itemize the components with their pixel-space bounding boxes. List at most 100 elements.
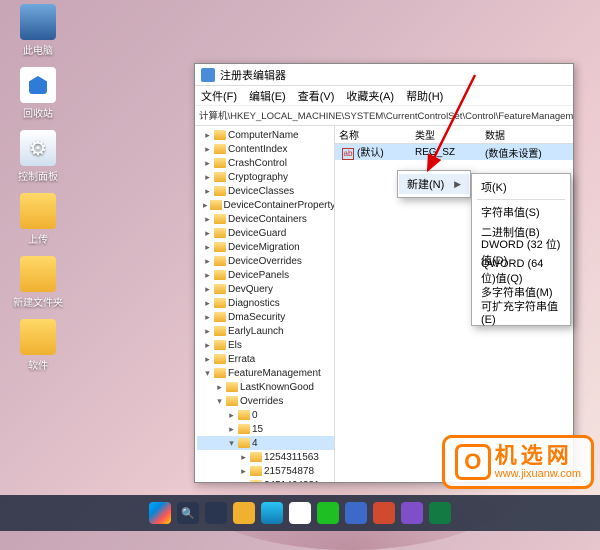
tree-node[interactable]: ▸1254311563 — [197, 450, 334, 464]
tree-node[interactable]: ▸DmaSecurity — [197, 310, 334, 324]
tree-node[interactable]: ▸ContentIndex — [197, 142, 334, 156]
tree-node[interactable]: ▸ 15 — [197, 422, 334, 436]
tree-node[interactable]: ▸Diagnostics — [197, 296, 334, 310]
task-view-icon[interactable] — [205, 502, 227, 524]
desktop-icon-this-pc[interactable]: 此电脑 — [8, 4, 68, 57]
tree-node[interactable]: ▸Cryptography — [197, 170, 334, 184]
tree-twisty-icon[interactable]: ▸ — [203, 158, 212, 169]
desktop-icon-control-panel[interactable]: ⚙控制面板 — [8, 130, 68, 183]
submenu-expandstring[interactable]: 可扩充字符串值(E) — [473, 302, 569, 322]
desktop-icons: 此电脑 回收站 ⚙控制面板 上传 新建文件夹 软件 — [8, 4, 68, 372]
tree-twisty-icon[interactable]: ▸ — [203, 298, 212, 309]
tree-node-label: DevQuery — [228, 284, 273, 295]
tree-twisty-icon[interactable]: ▸ — [227, 410, 236, 421]
folder-icon — [214, 172, 226, 182]
tree-twisty-icon[interactable]: ▸ — [203, 312, 212, 323]
tree-twisty-icon[interactable]: ▸ — [239, 452, 248, 463]
tree-twisty-icon[interactable]: ▸ — [203, 144, 212, 155]
titlebar[interactable]: 注册表编辑器 — [195, 64, 573, 86]
tree-node[interactable]: ▸Errata — [197, 352, 334, 366]
search-icon[interactable]: 🔍 — [177, 502, 199, 524]
tree-twisty-icon[interactable]: ▸ — [203, 354, 212, 365]
tree-twisty-icon[interactable]: ▸ — [203, 186, 212, 197]
app-icon[interactable] — [401, 502, 423, 524]
watermark-title: 机选网 — [495, 444, 581, 468]
tree-node[interactable]: ▸DeviceContainerPropertyUpda — [197, 198, 334, 212]
folder-icon — [214, 228, 226, 238]
chrome-icon[interactable] — [289, 502, 311, 524]
tree-twisty-icon[interactable]: ▸ — [227, 424, 236, 435]
regedit-taskbar-icon[interactable] — [345, 502, 367, 524]
desktop-icon-recycle-bin[interactable]: 回收站 — [8, 67, 68, 120]
folder-icon — [226, 382, 238, 392]
window-title: 注册表编辑器 — [220, 67, 286, 83]
tree-node-label: Els — [228, 340, 242, 351]
tree-node[interactable]: ▸215754878 — [197, 464, 334, 478]
desktop-icon-folder-upload[interactable]: 上传 — [8, 193, 68, 246]
desktop-icon-folder-new[interactable]: 新建文件夹 — [8, 256, 68, 309]
folder-icon — [210, 200, 222, 210]
menu-favorites[interactable]: 收藏夹(A) — [346, 88, 394, 103]
tree-twisty-icon[interactable]: ▸ — [203, 200, 208, 211]
tree-node[interactable]: ▸ComputerName — [197, 128, 334, 142]
tree-twisty-icon[interactable]: ▸ — [203, 270, 212, 281]
tree-node[interactable]: ▾Overrides — [197, 394, 334, 408]
tree-node[interactable]: ▸ 2451464331 — [197, 478, 334, 482]
taskbar[interactable]: 🔍 — [0, 495, 600, 531]
address-bar[interactable]: 计算机\HKEY_LOCAL_MACHINE\SYSTEM\CurrentCon… — [195, 106, 573, 126]
string-value-icon: ab — [342, 148, 354, 160]
tree-node[interactable]: ▸ DevQuery — [197, 282, 334, 296]
folder-icon — [214, 158, 226, 168]
desktop-icon-folder-software[interactable]: 软件 — [8, 319, 68, 372]
tree-twisty-icon[interactable]: ▸ — [203, 214, 212, 225]
registry-tree[interactable]: ▸ComputerName▸ContentIndex▸CrashControl▸… — [195, 126, 335, 482]
wechat-icon[interactable] — [317, 502, 339, 524]
tree-node[interactable]: ▸DevicePanels — [197, 268, 334, 282]
tree-node[interactable]: ▾FeatureManagement — [197, 366, 334, 380]
tree-node[interactable]: ▸ DeviceClasses — [197, 184, 334, 198]
tree-node-label: DeviceContainers — [228, 214, 307, 225]
folder-icon — [214, 284, 226, 294]
tree-twisty-icon[interactable]: ▸ — [203, 256, 212, 267]
tree-twisty-icon[interactable]: ▸ — [203, 228, 212, 239]
app-icon[interactable] — [373, 502, 395, 524]
explorer-icon[interactable] — [233, 502, 255, 524]
tree-twisty-icon[interactable]: ▸ — [203, 340, 212, 351]
tree-node[interactable]: ▸LastKnownGood — [197, 380, 334, 394]
folder-icon — [214, 214, 226, 224]
tree-node[interactable]: ▸ Els — [197, 338, 334, 352]
tree-twisty-icon[interactable]: ▾ — [203, 368, 212, 379]
tree-node[interactable]: ▸ DeviceContainers — [197, 212, 334, 226]
menu-view[interactable]: 查看(V) — [298, 88, 335, 103]
tree-node[interactable]: ▸0 — [197, 408, 334, 422]
tree-node-label: DeviceOverrides — [228, 256, 302, 267]
tree-twisty-icon[interactable]: ▸ — [203, 130, 212, 141]
column-data[interactable]: 数据 — [485, 127, 573, 142]
tree-twisty-icon[interactable]: ▾ — [227, 438, 236, 449]
tree-node[interactable]: ▸DeviceGuard — [197, 226, 334, 240]
tree-node[interactable]: ▸CrashControl — [197, 156, 334, 170]
tree-twisty-icon[interactable]: ▸ — [203, 242, 212, 253]
tree-node[interactable]: ▸EarlyLaunch — [197, 324, 334, 338]
menubar: 文件(F) 编辑(E) 查看(V) 收藏夹(A) 帮助(H) — [195, 86, 573, 106]
start-icon[interactable] — [149, 502, 171, 524]
tree-twisty-icon[interactable]: ▸ — [203, 172, 212, 183]
submenu-qword[interactable]: QWORD (64 位)值(Q) — [473, 262, 569, 282]
menu-file[interactable]: 文件(F) — [201, 88, 237, 103]
app-icon[interactable] — [429, 502, 451, 524]
menu-edit[interactable]: 编辑(E) — [249, 88, 286, 103]
tree-node-label: 2451464331 — [264, 480, 320, 483]
tree-twisty-icon[interactable]: ▸ — [239, 480, 248, 483]
edge-icon[interactable] — [261, 502, 283, 524]
tree-twisty-icon[interactable]: ▸ — [239, 466, 248, 477]
submenu-string[interactable]: 字符串值(S) — [473, 202, 569, 222]
tree-node-label: DeviceClasses — [228, 186, 294, 197]
tree-node[interactable]: ▸ DeviceOverrides — [197, 254, 334, 268]
tree-node-label: 15 — [252, 424, 263, 435]
tree-twisty-icon[interactable]: ▸ — [203, 326, 212, 337]
tree-node[interactable]: ▾4 — [197, 436, 334, 450]
tree-node[interactable]: ▸DeviceMigration — [197, 240, 334, 254]
tree-twisty-icon[interactable]: ▸ — [203, 284, 212, 295]
tree-twisty-icon[interactable]: ▸ — [215, 382, 224, 393]
tree-twisty-icon[interactable]: ▾ — [215, 396, 224, 407]
